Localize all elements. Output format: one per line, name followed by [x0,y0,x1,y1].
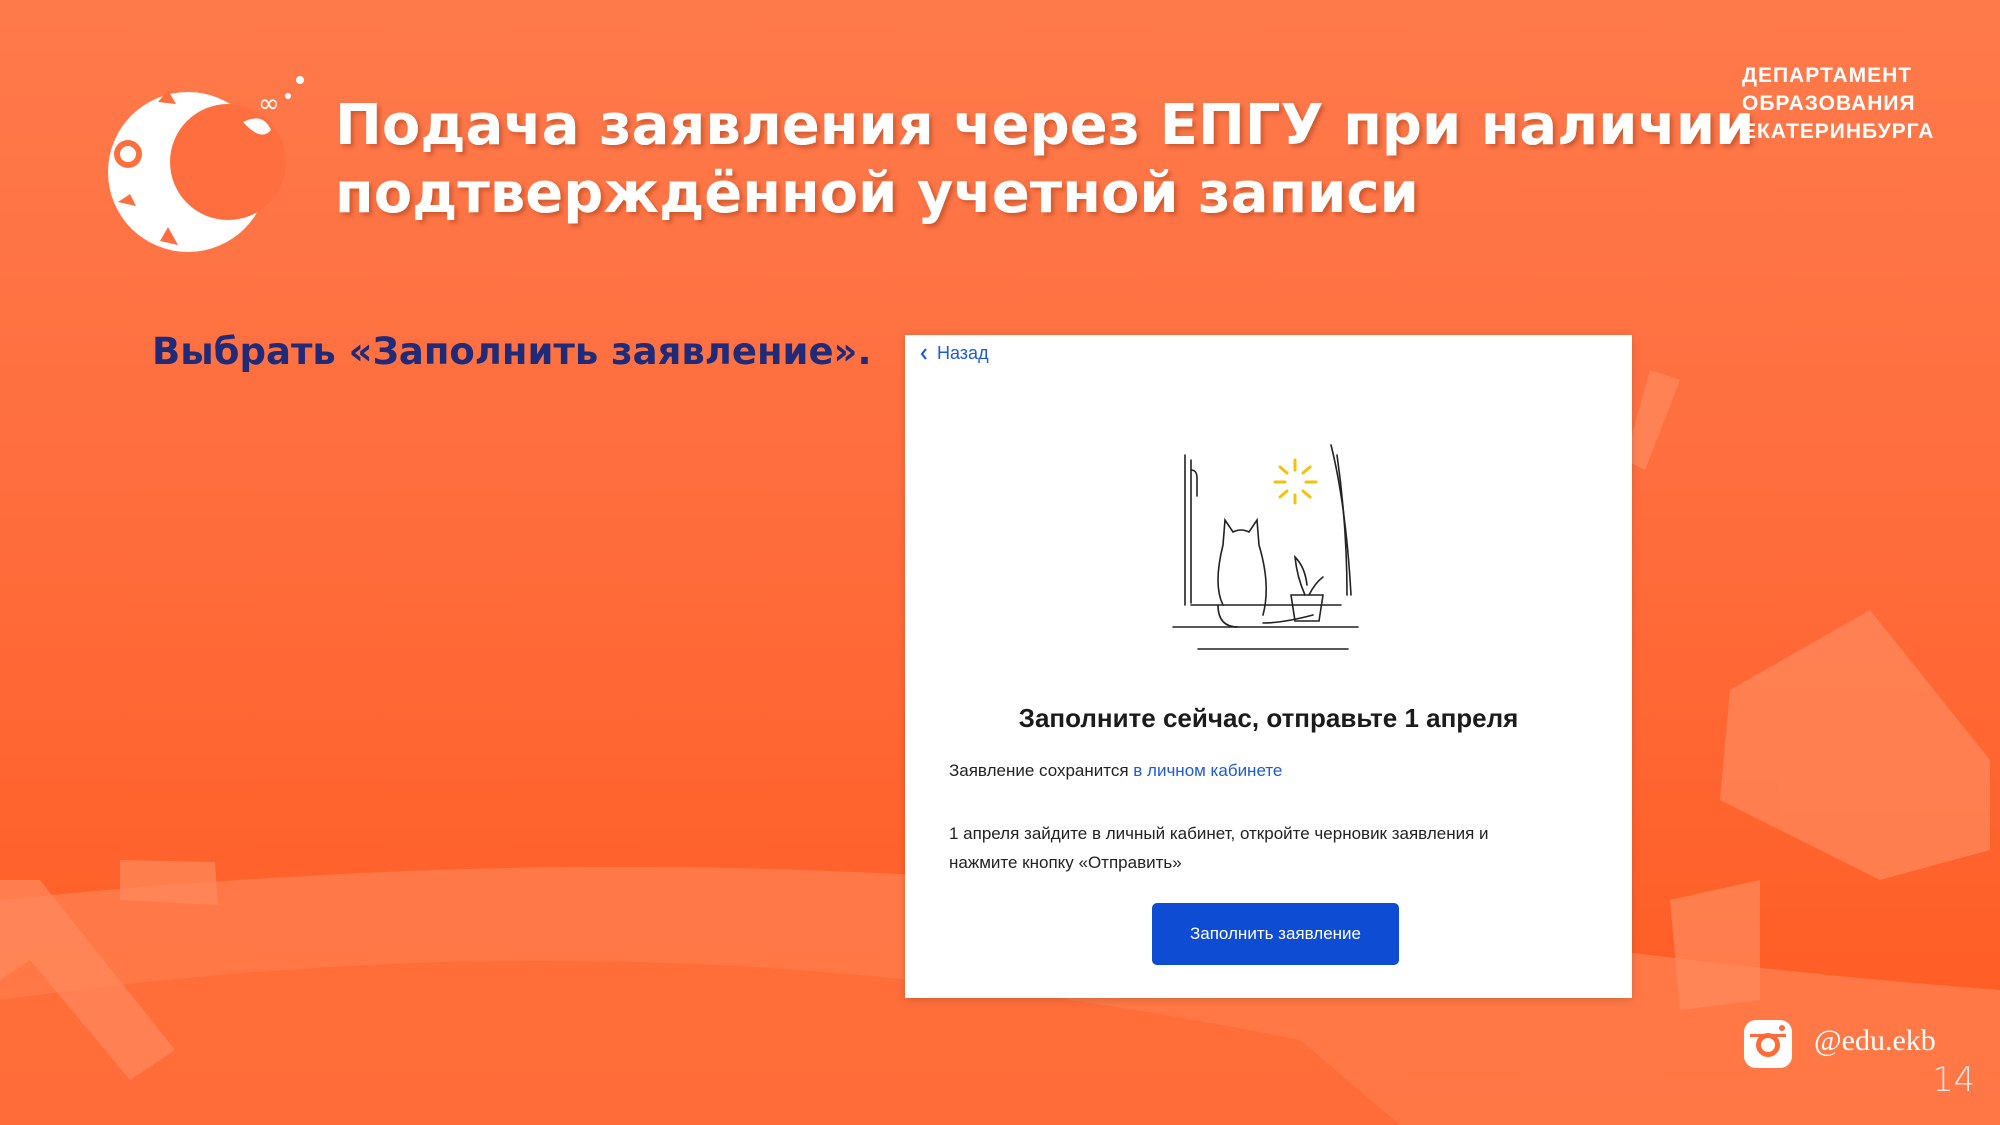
dept-line-1: ДЕПАРТАМЕНТ [1742,64,1913,87]
city-logo: ∞ [108,76,304,252]
back-link[interactable]: Назад [919,343,989,364]
dept-line-2: ОБРАЗОВАНИЯ [1742,92,1916,115]
screenshot-heading: Заполните сейчас, отправьте 1 апреля [1018,703,1519,733]
back-chevron-icon [920,347,927,360]
slide-instruction: Выбрать «Заполнить заявление». [152,330,872,373]
submit-instruction: 1 апреля зайдите в личный кабинет, откро… [949,819,1489,877]
cat-window-illustration [1172,444,1359,650]
saved-text: Заявление сохранится [949,761,1134,780]
sun-icon [1273,458,1318,505]
personal-cabinet-link[interactable]: в личном кабинете [1133,761,1282,780]
submit-instruction-line-2: нажмите кнопку «Отправить» [949,853,1182,872]
dept-line-3: ЕКАТЕРИНБУРГА [1742,120,1935,143]
slide-title: Подача заявления через ЕПГУ при наличии … [335,92,1755,228]
svg-text:∞: ∞ [258,89,280,119]
saved-note: Заявление сохранится в личном кабинете [949,761,1282,781]
instagram-handle: @edu.ekb [1814,1024,1936,1057]
page-number: 14 [1932,1060,1976,1100]
instagram-icon [1744,1020,1792,1068]
fill-application-button[interactable]: Заполнить заявление [1152,903,1399,965]
department-logo-text: ДЕПАРТАМЕНТ ОБРАЗОВАНИЯ ЕКАТЕРИНБУРГА [1742,62,1934,146]
back-link-label: Назад [937,343,989,363]
submit-instruction-line-1: 1 апреля зайдите в личный кабинет, откро… [949,824,1489,843]
title-line-1: Подача заявления через ЕПГУ при наличии [335,93,1755,158]
portal-screenshot: Назад Заполните сейчас, отправьте 1 апре… [905,335,1632,998]
title-line-2: подтверждённой учетной записи [335,161,1419,226]
